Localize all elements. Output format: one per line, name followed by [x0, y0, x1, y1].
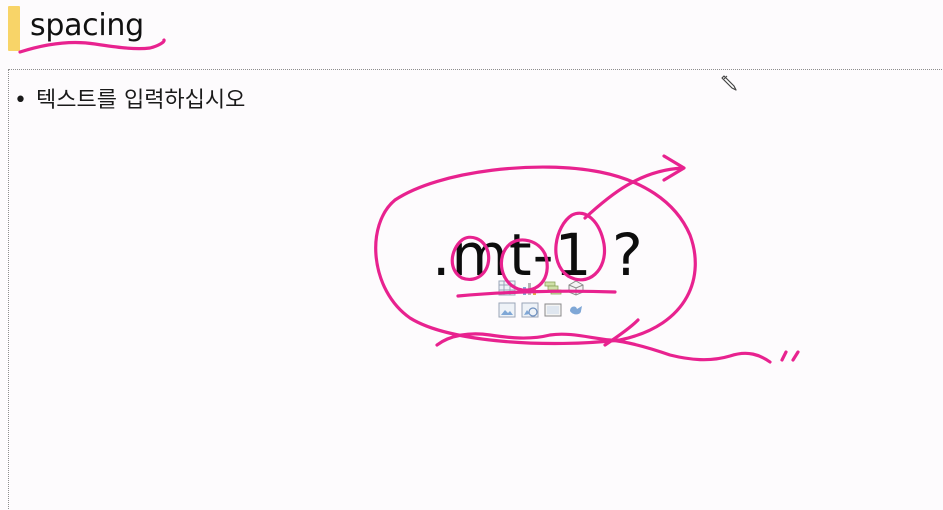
insert-icons-icon[interactable]	[567, 302, 585, 318]
slide-canvas: spacing • 텍스트를 입력하십시오 .mt-1 ?	[0, 0, 943, 510]
insert-online-picture-icon[interactable]	[521, 302, 539, 318]
insert-smartart-icon[interactable]	[544, 280, 562, 296]
bullet-text[interactable]: 텍스트를 입력하십시오	[36, 88, 245, 113]
pen-cursor-icon	[721, 75, 737, 91]
title-accent-bar	[8, 6, 20, 51]
insert-chart-icon[interactable]	[521, 280, 539, 296]
bullet-marker: •	[14, 88, 27, 113]
bullet-item[interactable]: • 텍스트를 입력하십시오	[14, 86, 245, 116]
slide-title[interactable]: spacing	[30, 6, 144, 46]
content-placeholder-icons	[498, 280, 590, 322]
insert-video-icon[interactable]	[544, 302, 562, 318]
insert-3d-model-icon[interactable]	[567, 280, 585, 296]
insert-table-icon[interactable]	[498, 280, 516, 296]
insert-picture-icon[interactable]	[498, 302, 516, 318]
